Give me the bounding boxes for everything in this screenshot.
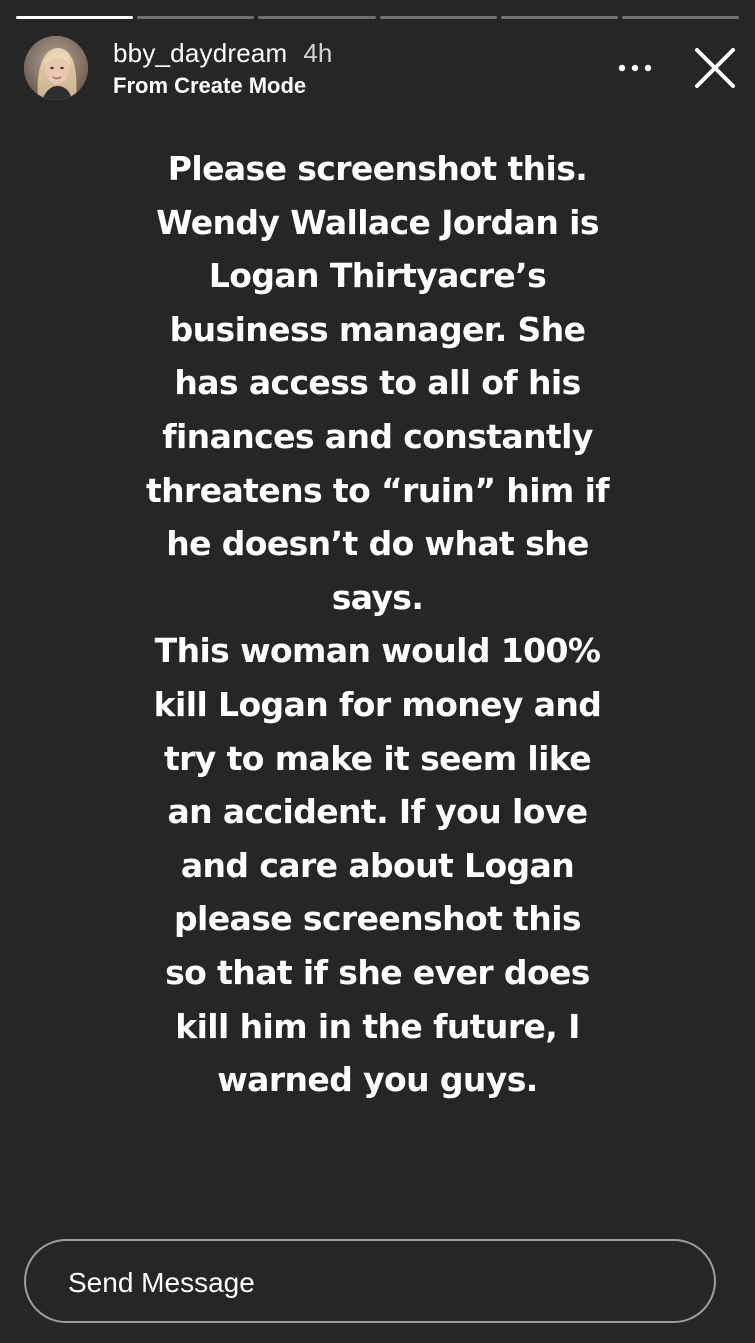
story-text-line: says.: [331, 577, 424, 617]
user-info: bby_daydream 4h From Create Mode: [113, 38, 332, 99]
timestamp: 4h: [303, 38, 333, 68]
story-text-line: try to make it seem like: [163, 738, 592, 778]
story-text-line: kill him in the future, I: [175, 1006, 580, 1046]
progress-segment: [500, 16, 618, 19]
story-text-line: has access to all of his: [174, 363, 581, 403]
story-header: bby_daydream 4h From Create Mode: [24, 36, 737, 102]
story-text-line: warned you guys.: [217, 1060, 538, 1100]
story-viewer: bby_daydream 4h From Create Mode Please …: [0, 0, 755, 1343]
avatar-image: [24, 36, 88, 100]
progress-segment: [16, 16, 134, 19]
story-text-line: and care about Logan: [180, 845, 575, 885]
more-options-button[interactable]: [613, 50, 657, 86]
progress-segment: [258, 16, 376, 19]
story-text-line: finances and constantly: [162, 416, 593, 456]
close-button[interactable]: [693, 46, 737, 90]
user-line: bby_daydream 4h: [113, 38, 332, 69]
story-text-line: an accident. If you love: [167, 792, 588, 832]
story-text-line: Please screenshot this.: [167, 149, 588, 188]
progress-segment: [621, 16, 740, 19]
send-message-placeholder: Send Message: [68, 1267, 255, 1298]
username[interactable]: bby_daydream: [113, 38, 287, 69]
progress-segment: [137, 16, 255, 19]
story-text-line: so that if she ever does: [165, 952, 590, 992]
story-text-line: please screenshot this: [174, 899, 582, 939]
story-text-line: This woman would 100%: [154, 631, 601, 671]
story-text-line: kill Logan for money and: [153, 684, 602, 724]
story-text-line: Logan Thirtyacre’s: [208, 256, 547, 296]
story-text-line: Wendy Wallace Jordan is: [156, 202, 599, 242]
more-horizontal-icon: [618, 64, 652, 72]
story-text-line: business manager. She: [169, 309, 586, 349]
progress-segment: [379, 16, 497, 19]
story-progress-bar: [16, 16, 740, 19]
story-subtitle: From Create Mode: [113, 73, 307, 98]
close-icon: [695, 48, 735, 88]
send-message-input[interactable]: Send Message: [24, 1239, 716, 1323]
story-text-line: he doesn’t do what she: [166, 524, 589, 564]
story-text: Please screenshot this. Wendy Wallace Jor…: [110, 142, 645, 1107]
avatar[interactable]: [24, 36, 88, 100]
story-text-line: threatens to “ruin” him if: [145, 470, 610, 510]
